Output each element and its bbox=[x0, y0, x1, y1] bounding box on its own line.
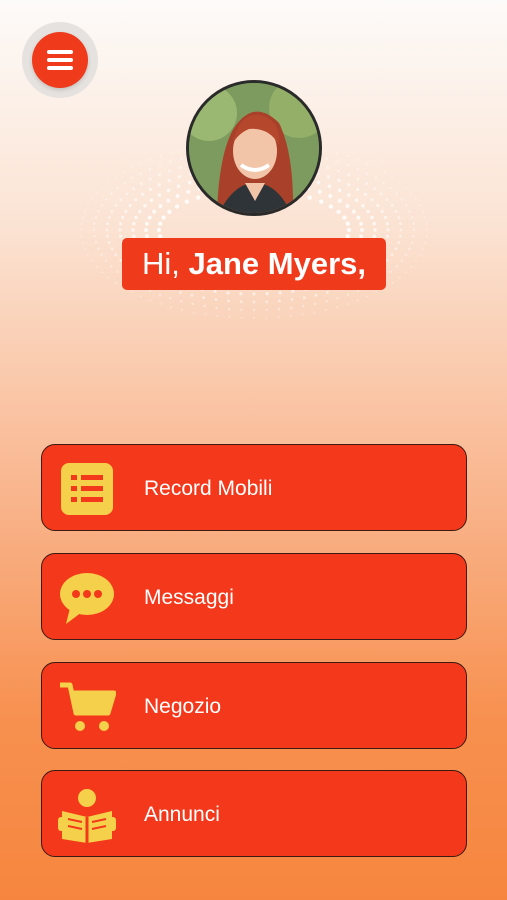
menu-button-wrapper bbox=[22, 22, 98, 98]
nav-label: Messaggi bbox=[144, 586, 234, 609]
greeting-banner: Hi, Jane Myers, bbox=[122, 238, 386, 290]
shopping-cart-icon bbox=[58, 678, 116, 736]
greeting-prefix: Hi, bbox=[142, 246, 189, 281]
nav-annunci-button[interactable]: Annunci bbox=[41, 770, 467, 857]
nav-label: Annunci bbox=[144, 803, 220, 826]
avatar[interactable] bbox=[186, 80, 322, 216]
chat-bubble-icon bbox=[58, 569, 116, 627]
menu-button[interactable] bbox=[32, 32, 88, 88]
nav-label: Record Mobili bbox=[144, 477, 273, 500]
nav-messaggi-button[interactable]: Messaggi bbox=[41, 553, 467, 640]
nav-negozio-button[interactable]: Negozio bbox=[41, 662, 467, 749]
list-icon bbox=[58, 460, 116, 518]
reader-book-icon bbox=[58, 786, 116, 844]
hamburger-menu-icon bbox=[47, 50, 73, 70]
nav-label: Negozio bbox=[144, 695, 222, 718]
nav-record-mobili-button[interactable]: Record Mobili bbox=[41, 444, 467, 531]
avatar-photo bbox=[189, 83, 319, 213]
user-name: Jane Myers, bbox=[188, 246, 367, 281]
